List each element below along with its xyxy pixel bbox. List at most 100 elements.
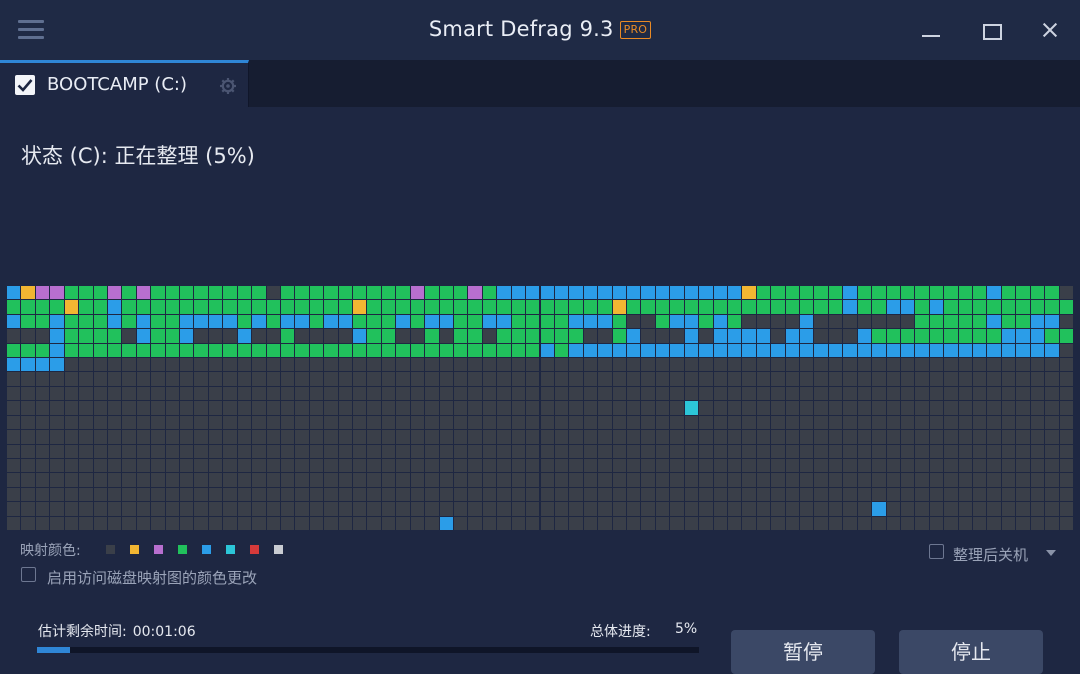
cluster-block	[554, 314, 569, 329]
cluster-block	[670, 314, 684, 329]
tab-bootcamp-drive[interactable]: BOOTCAMP (C:)	[0, 60, 249, 107]
cluster-block	[915, 444, 929, 458]
cluster-block	[612, 386, 626, 401]
cluster-block	[756, 444, 771, 458]
cluster-block	[165, 343, 179, 358]
cluster-block	[915, 386, 929, 401]
cluster-block	[136, 286, 151, 300]
cluster-block	[64, 444, 79, 458]
cluster-block	[194, 372, 208, 386]
color-change-checkbox[interactable]	[21, 567, 36, 582]
cluster-block	[410, 343, 425, 358]
cluster-block	[180, 386, 194, 401]
cluster-block	[353, 401, 367, 415]
cluster-block	[771, 358, 785, 372]
cluster-block	[569, 358, 583, 372]
cluster-block	[612, 401, 626, 415]
cluster-block	[554, 401, 569, 415]
cluster-block	[756, 401, 771, 415]
cluster-block	[381, 458, 396, 473]
cluster-block	[194, 487, 208, 502]
cluster-block	[21, 286, 35, 300]
cluster-block	[367, 314, 381, 329]
cluster-block	[684, 516, 699, 530]
cluster-block	[338, 401, 353, 415]
cluster-block	[353, 286, 367, 300]
cluster-block	[800, 444, 814, 458]
cluster-block	[1016, 386, 1030, 401]
close-button[interactable]	[1035, 14, 1065, 46]
drive-checkbox[interactable]	[15, 75, 35, 95]
cluster-block	[50, 386, 64, 401]
cluster-block	[627, 358, 641, 372]
cluster-block	[886, 458, 900, 473]
cluster-block	[540, 343, 554, 358]
cluster-block	[194, 329, 208, 343]
eta-value: 00:01:06	[132, 624, 196, 640]
cluster-block	[900, 286, 915, 300]
legend-swatch	[274, 545, 283, 554]
cluster-block	[915, 487, 929, 502]
cluster-block	[742, 430, 756, 444]
maximize-button[interactable]	[976, 14, 1006, 46]
cluster-block	[410, 415, 425, 430]
cluster-block	[107, 343, 122, 358]
cluster-block	[79, 430, 93, 444]
cluster-block	[338, 300, 353, 314]
cluster-block	[165, 358, 179, 372]
cluster-block	[742, 386, 756, 401]
cluster-block	[324, 329, 338, 343]
gear-icon[interactable]	[219, 77, 237, 95]
cluster-block	[439, 401, 453, 415]
title-bar: Smart Defrag 9.3 PRO	[0, 0, 1080, 60]
cluster-block	[583, 516, 598, 530]
cluster-block	[641, 502, 655, 516]
cluster-block	[35, 473, 50, 487]
cluster-block	[915, 314, 929, 329]
cluster-block	[151, 386, 165, 401]
cluster-block	[598, 286, 612, 300]
cluster-block	[497, 401, 511, 415]
cluster-block	[280, 314, 295, 329]
cluster-block	[598, 343, 612, 358]
cluster-block	[929, 473, 944, 487]
stop-button[interactable]: 停止	[899, 630, 1043, 674]
cluster-block	[1001, 300, 1016, 314]
cluster-block	[165, 300, 179, 314]
cluster-block	[785, 286, 800, 300]
cluster-block	[107, 458, 122, 473]
minimize-button[interactable]	[916, 14, 946, 46]
cluster-block	[468, 343, 482, 358]
cluster-block	[713, 358, 727, 372]
cluster-block	[180, 343, 194, 358]
cluster-block	[756, 473, 771, 487]
cluster-block	[223, 300, 237, 314]
shutdown-checkbox[interactable]	[929, 544, 944, 559]
chevron-down-icon[interactable]	[1046, 550, 1056, 556]
cluster-block	[208, 372, 223, 386]
cluster-block	[295, 516, 309, 530]
cluster-block	[843, 401, 857, 415]
cluster-block	[324, 401, 338, 415]
cluster-block	[944, 516, 958, 530]
cluster-block	[50, 401, 64, 415]
legend-swatch	[202, 545, 211, 554]
cluster-block	[107, 415, 122, 430]
cluster-block	[367, 415, 381, 430]
cluster-block	[151, 516, 165, 530]
cluster-block	[468, 444, 482, 458]
cluster-block	[526, 343, 540, 358]
cluster-block	[338, 430, 353, 444]
cluster-block	[1001, 372, 1016, 386]
cluster-block	[684, 386, 699, 401]
cluster-block	[367, 343, 381, 358]
cluster-block	[50, 473, 64, 487]
cluster-block	[180, 502, 194, 516]
cluster-block	[627, 286, 641, 300]
cluster-block	[410, 314, 425, 329]
cluster-block	[194, 516, 208, 530]
cluster-block	[554, 516, 569, 530]
cluster-block	[165, 386, 179, 401]
pause-button[interactable]: 暂停	[731, 630, 875, 674]
cluster-block	[886, 358, 900, 372]
